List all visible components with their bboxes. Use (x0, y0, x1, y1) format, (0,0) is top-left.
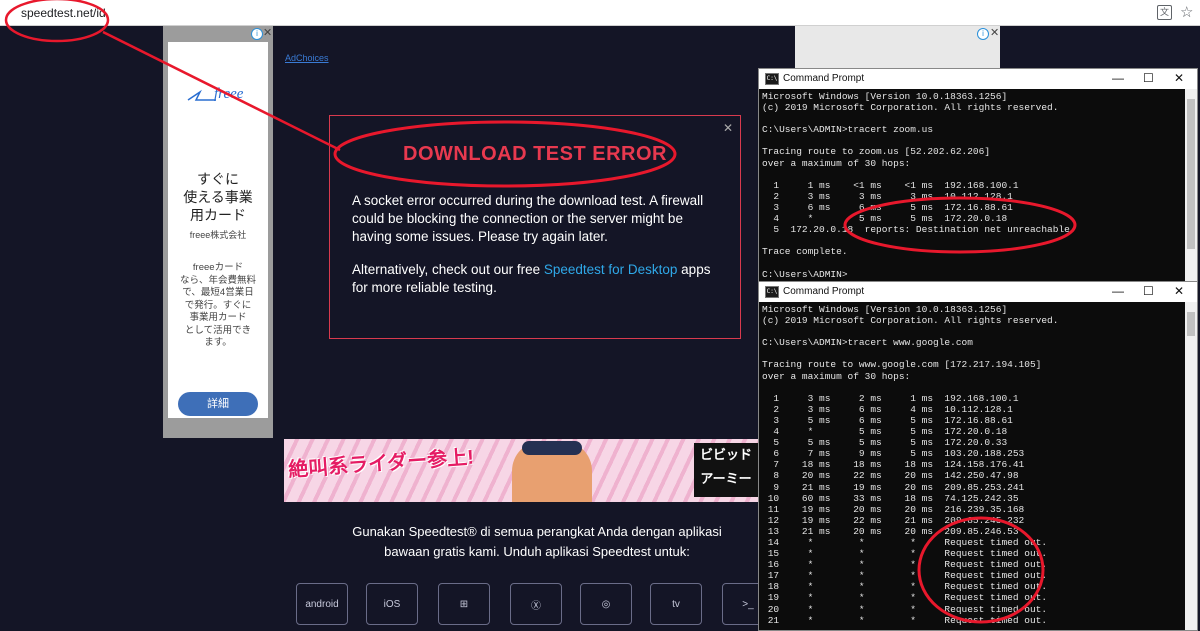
banner-character-hat (522, 441, 582, 455)
command-prompt-window-2[interactable]: C:\ Command Prompt — ☐ ✕ Microsoft Windo… (758, 281, 1198, 631)
speedtest-desktop-link[interactable]: Speedtest for Desktop (544, 262, 678, 277)
scrollbar[interactable] (1185, 89, 1197, 283)
android-app-icon[interactable]: android (296, 583, 348, 625)
minimize-button[interactable]: — (1112, 71, 1124, 85)
ad-close-icon[interactable]: ✕ (990, 26, 999, 39)
url-text[interactable]: speedtest.net/id (21, 6, 106, 20)
console-output: Microsoft Windows [Version 10.0.18363.12… (762, 91, 1076, 280)
macos-app-icon[interactable]: Ⓧ (510, 583, 562, 625)
left-ad-banner: i ✕ freee すぐに 使える事業 用カード freee株式会社 freee… (163, 26, 273, 438)
close-button[interactable]: ✕ (1174, 284, 1184, 298)
star-icon[interactable]: ☆ (1180, 3, 1193, 21)
ad-details-button[interactable]: 詳細 (178, 392, 258, 416)
command-prompt-window-1[interactable]: C:\ Command Prompt — ☐ ✕ Microsoft Windo… (758, 68, 1198, 284)
scrollbar-thumb[interactable] (1187, 312, 1195, 336)
dialog-alt-pre: Alternatively, check out our free (352, 262, 544, 277)
ios-app-icon[interactable]: iOS (366, 583, 418, 625)
windows-app-icon[interactable]: ⊞ (438, 583, 490, 625)
maximize-button[interactable]: ☐ (1143, 284, 1154, 298)
dialog-title: DOWNLOAD TEST ERROR (403, 143, 667, 165)
app-icon-label: tv (672, 598, 680, 610)
scrollbar-thumb[interactable] (1187, 99, 1195, 249)
minimize-button[interactable]: — (1112, 284, 1124, 298)
chrome-app-icon[interactable]: ◎ (580, 583, 632, 625)
app-icon-label: >_ (742, 598, 754, 610)
console-output: Microsoft Windows [Version 10.0.18363.12… (762, 304, 1059, 626)
app-icon-label: iOS (383, 598, 401, 610)
freee-logo: freee (186, 84, 256, 120)
ad-body: freeeカード なら、年会費無料 で、最短4営業日 で発行。すぐに 事業用カー… (179, 262, 256, 348)
scrollbar[interactable] (1185, 302, 1197, 630)
translate-icon[interactable]: 文 (1157, 5, 1172, 20)
game-banner-ad[interactable]: 絶叫系ライダー参上! ビビッドアーミー (284, 439, 760, 502)
ad-company: freee株式会社 (189, 230, 247, 240)
cmd-icon: C:\ (765, 73, 779, 85)
browser-address-bar[interactable]: speedtest.net/id 文 ☆ (0, 0, 1200, 26)
maximize-button[interactable]: ☐ (1143, 71, 1154, 85)
apps-promo-text: Gunakan Speedtest® di semua perangkat An… (352, 524, 722, 559)
app-icon-label: ⊞ (459, 598, 469, 610)
dialog-alternative: Alternatively, check out our free Speedt… (352, 261, 722, 297)
right-ad-banner[interactable]: i ✕ (795, 26, 1000, 71)
window-titlebar[interactable]: C:\ Command Prompt — ☐ ✕ (759, 282, 1197, 302)
ad-info-icon[interactable]: i (977, 28, 989, 40)
ad-content[interactable]: freee すぐに 使える事業 用カード freee株式会社 freeeカード … (168, 42, 268, 418)
ad-close-icon[interactable]: ✕ (263, 26, 272, 39)
ad-title: すぐに 使える事業 用カード (183, 171, 253, 223)
ad-info-icon[interactable]: i (251, 28, 263, 40)
window-title: Command Prompt (783, 286, 865, 297)
app-icon-label: Ⓧ (531, 600, 541, 612)
close-icon[interactable]: ✕ (723, 121, 733, 135)
ad-logo-text: freee (214, 86, 244, 102)
app-icon-label: ◎ (601, 598, 611, 610)
appletv-app-icon[interactable]: tv (650, 583, 702, 625)
banner-logo: ビビッドアーミー (694, 443, 758, 497)
dialog-message: A socket error occurred during the downl… (352, 193, 704, 245)
window-title: Command Prompt (783, 73, 865, 84)
close-button[interactable]: ✕ (1174, 71, 1184, 85)
cmd-icon: C:\ (765, 286, 779, 298)
window-titlebar[interactable]: C:\ Command Prompt — ☐ ✕ (759, 69, 1197, 89)
adchoices-link[interactable]: AdChoices (285, 53, 329, 63)
app-icon-label: android (305, 598, 339, 610)
download-error-dialog: ✕ DOWNLOAD TEST ERROR A socket error occ… (329, 115, 741, 339)
